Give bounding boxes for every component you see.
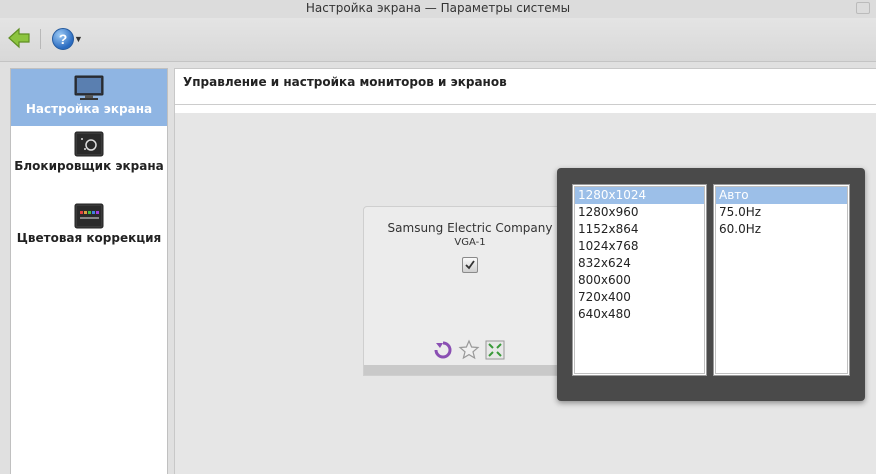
refresh-rate-item[interactable]: Авто (716, 187, 847, 204)
resolution-item[interactable]: 1152x864 (575, 221, 704, 238)
monitor-icon (74, 75, 104, 100)
monitor-output: VGA-1 (454, 237, 486, 248)
checkmark-icon (465, 260, 475, 270)
resolution-list[interactable]: 1280x1024 1280x960 1152x864 1024x768 832… (572, 184, 707, 376)
maximize-button[interactable] (856, 2, 870, 14)
resolution-item[interactable]: 1280x960 (575, 204, 704, 221)
sidebar-item-display-settings[interactable]: Настройка экрана (11, 69, 167, 126)
resolution-list-items: 1280x1024 1280x960 1152x864 1024x768 832… (574, 186, 705, 374)
monitor-name: Samsung Electric Company (387, 221, 553, 235)
refresh-rate-list-items: Авто 75.0Hz 60.0Hz (715, 186, 848, 374)
page-title: Управление и настройка мониторов и экран… (175, 69, 876, 105)
resolution-item[interactable]: 1280x1024 (575, 187, 704, 204)
sidebar-item-color-correction[interactable]: Цветовая коррекция (11, 203, 167, 269)
chevron-down-icon: ▼ (74, 34, 83, 44)
refresh-rate-item[interactable]: 60.0Hz (716, 221, 847, 238)
resolution-item[interactable]: 720x400 (575, 289, 704, 306)
sidebar-item-screen-locker[interactable]: Блокировщик экрана (11, 131, 167, 197)
window-titlebar: Настройка экрана — Параметры системы (0, 0, 876, 18)
toolbar: ? ▼ (0, 18, 876, 62)
help-icon: ? (52, 28, 74, 50)
resolution-item[interactable]: 640x480 (575, 306, 704, 323)
monitor-actions (432, 339, 522, 363)
color-correction-icon (74, 203, 104, 229)
rotate-icon[interactable] (432, 339, 454, 361)
refresh-rate-list[interactable]: Авто 75.0Hz 60.0Hz (713, 184, 850, 376)
refresh-rate-item[interactable]: 75.0Hz (716, 204, 847, 221)
sidebar: Настройка экрана Блокировщик экрана Цвет… (10, 68, 168, 474)
resolution-item[interactable]: 1024x768 (575, 238, 704, 255)
help-menu-button[interactable]: ? ▼ (48, 26, 84, 52)
sidebar-item-label: Блокировщик экрана (14, 159, 164, 173)
monitor-card-footer (364, 365, 576, 375)
arrow-left-icon (8, 27, 30, 49)
back-button[interactable] (6, 27, 32, 51)
monitor-enabled-checkbox[interactable] (462, 257, 478, 273)
star-icon[interactable] (458, 339, 480, 361)
resize-icon[interactable] (484, 339, 506, 361)
window-title: Настройка экрана — Параметры системы (305, 1, 571, 15)
resolution-item[interactable]: 832x624 (575, 255, 704, 272)
screen-locker-icon (74, 131, 104, 157)
sidebar-item-label: Цветовая коррекция (16, 231, 162, 245)
sidebar-item-label: Настройка экрана (25, 102, 153, 116)
resolution-popup: 1280x1024 1280x960 1152x864 1024x768 832… (557, 168, 865, 401)
resolution-item[interactable]: 800x600 (575, 272, 704, 289)
toolbar-separator (40, 29, 41, 49)
monitor-card-primary[interactable]: Samsung Electric Company VGA-1 (363, 206, 577, 376)
